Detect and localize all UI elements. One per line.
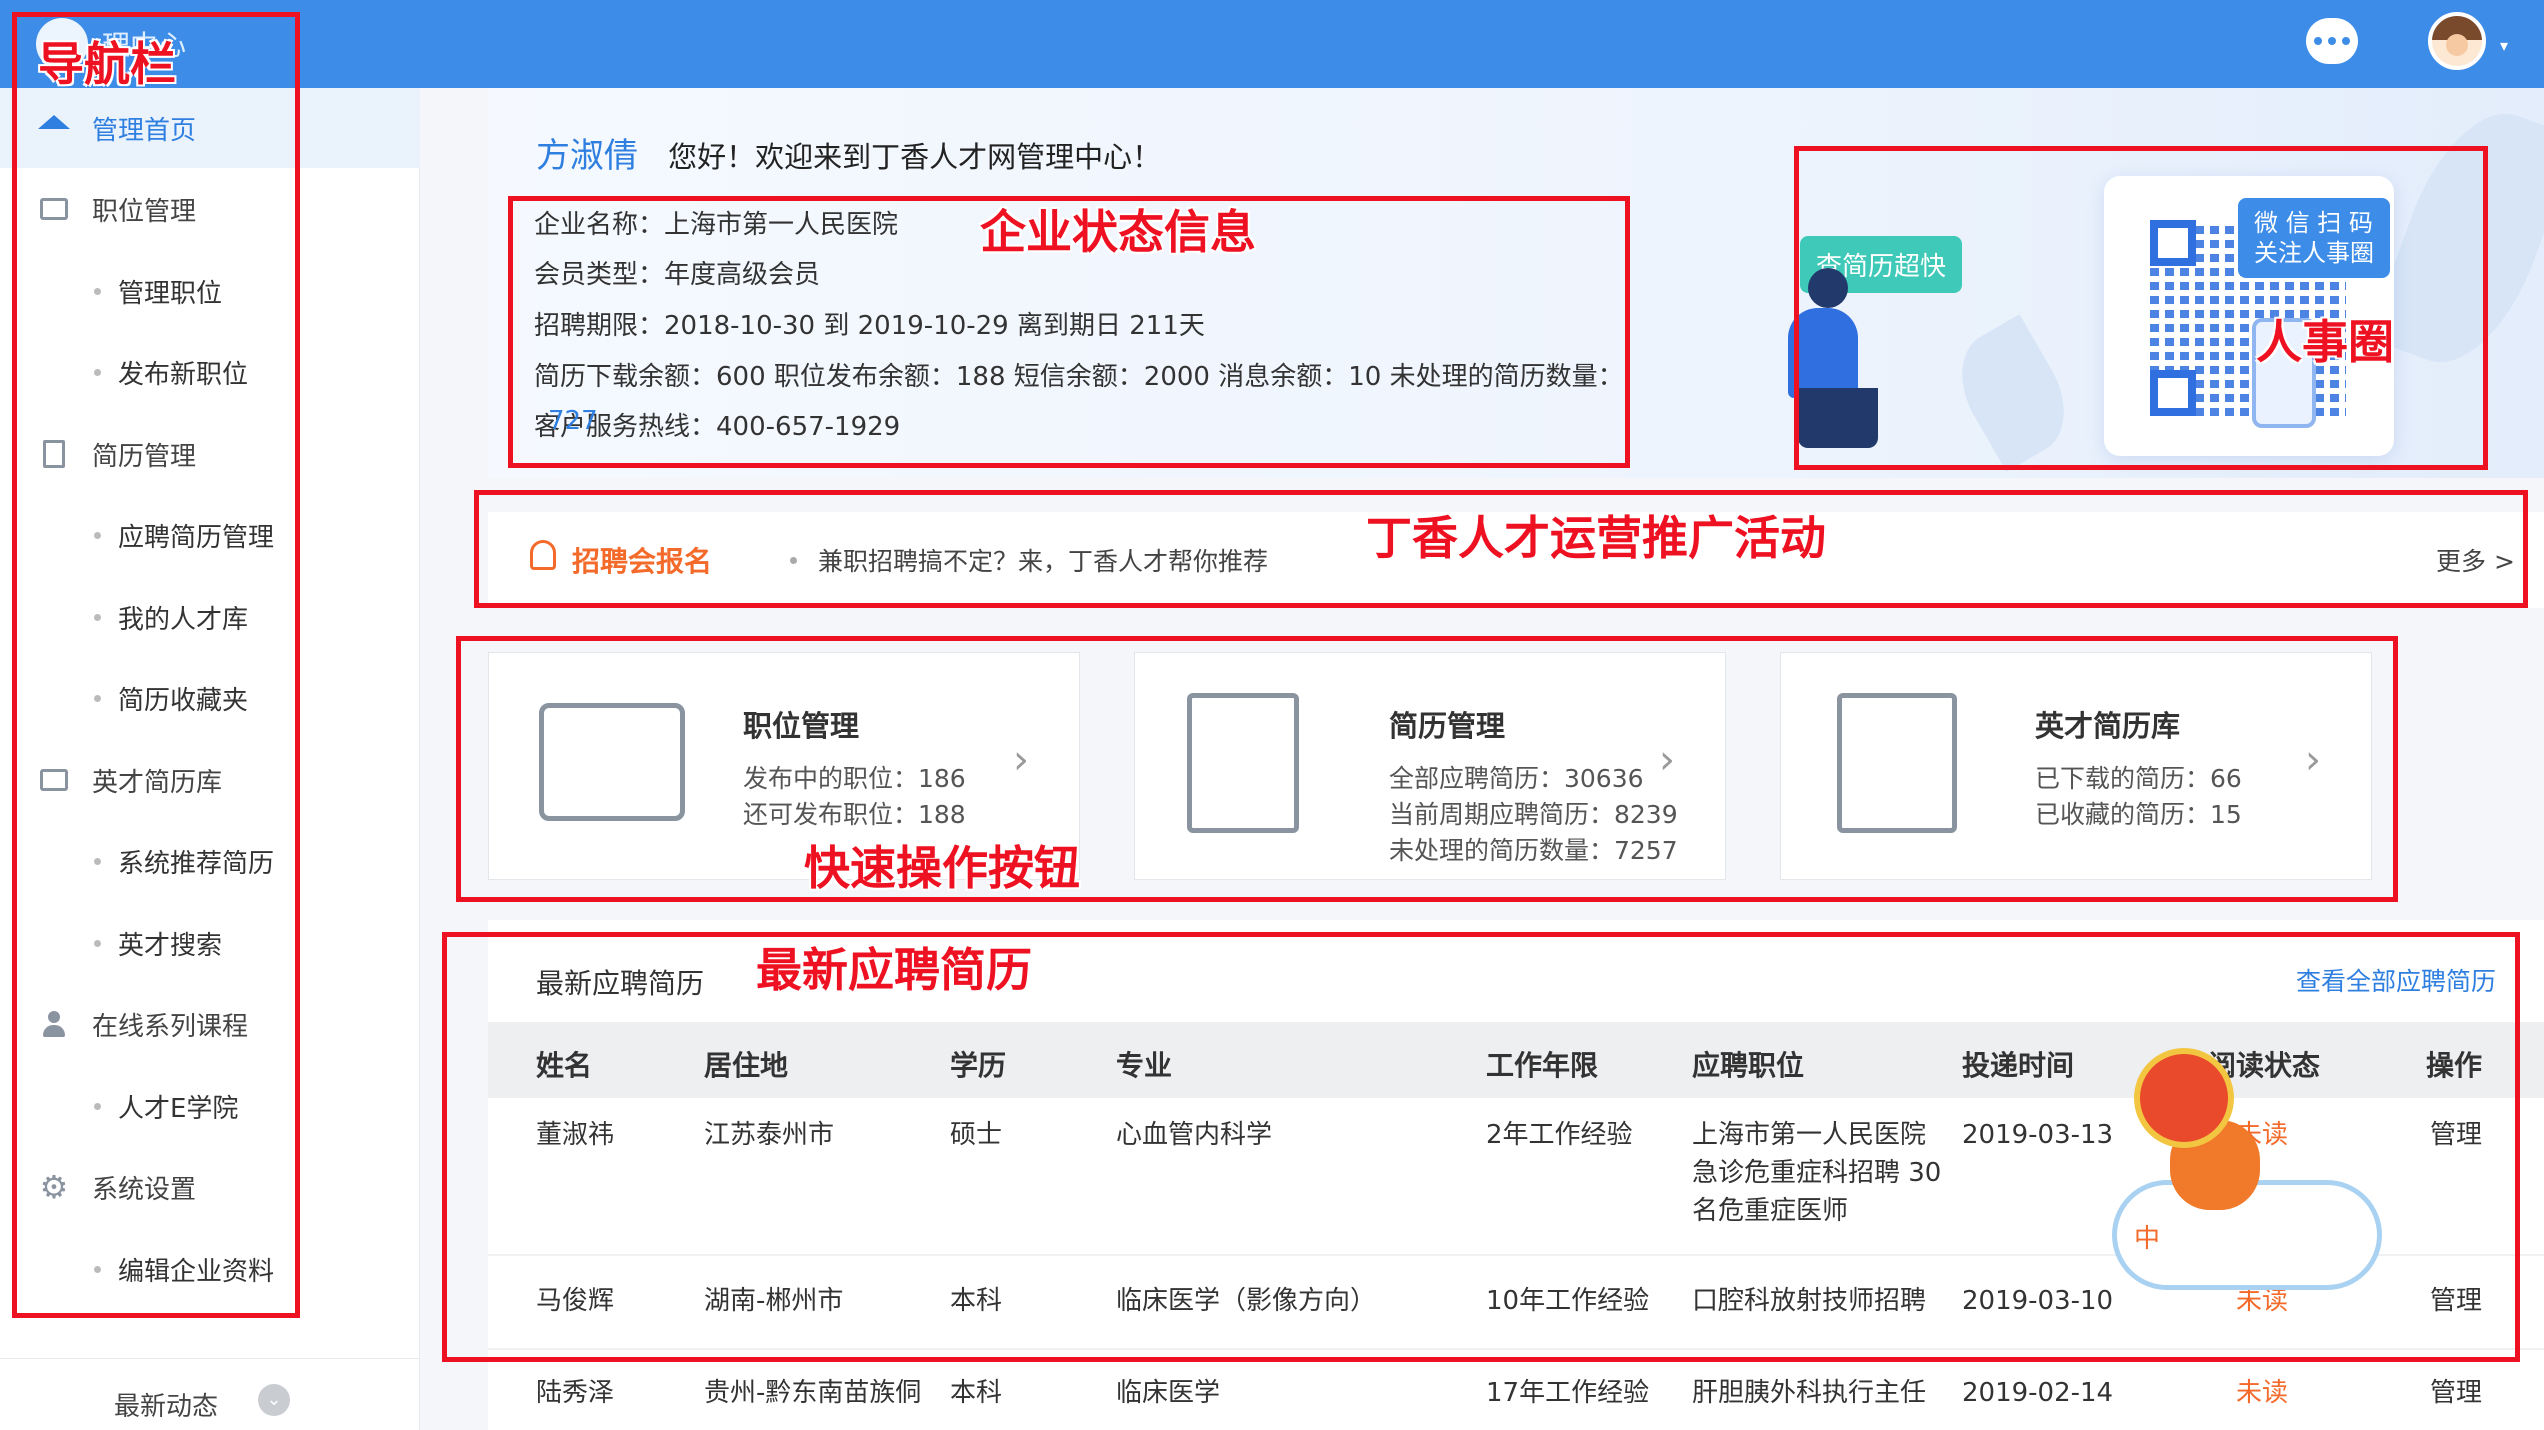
annotation-latest-label: 最新应聘简历: [756, 943, 1032, 997]
annotation-hr-label: 人事圈: [2256, 315, 2394, 369]
annotation-quick-box: [456, 636, 2398, 902]
cell-position[interactable]: 肝胆胰外科执行主任: [1692, 1374, 1926, 1412]
message-icon[interactable]: [2306, 18, 2358, 64]
top-bar: 理中心 ▾: [0, 0, 2544, 88]
annotation-company-label: 企业状态信息: [980, 205, 1256, 259]
greeting: 方淑倩 您好！欢迎来到丁香人才网管理中心！: [536, 128, 1161, 177]
manage-link[interactable]: 管理: [2430, 1374, 2482, 1412]
latest-updates-toggle[interactable]: 最新动态 ⌄: [0, 1370, 420, 1430]
cell-name[interactable]: 陆秀泽: [536, 1374, 614, 1412]
caret-down-icon[interactable]: ▾: [2500, 36, 2508, 55]
cell-major: 临床医学: [1116, 1378, 1221, 1408]
cell-years: 17年工作经验: [1486, 1378, 1650, 1408]
latest-updates-label: 最新动态: [114, 1392, 219, 1422]
status-badge: 未读: [2236, 1378, 2289, 1408]
cell-location: 贵州-黔东南苗族侗: [704, 1378, 922, 1408]
user-name[interactable]: 方淑倩: [536, 136, 638, 176]
annotation-latest-box: [442, 932, 2520, 1362]
chevron-down-icon[interactable]: ⌄: [258, 1384, 290, 1416]
welcome-message: 您好！欢迎来到丁香人才网管理中心！: [668, 140, 1162, 174]
annotation-promo-label: 丁香人才运营推广活动: [1366, 511, 1826, 565]
annotation-quick-label: 快速操作按钮: [804, 841, 1080, 895]
avatar[interactable]: [2428, 12, 2486, 70]
cell-education: 本科: [950, 1378, 1003, 1408]
annotation-nav-box: [12, 12, 300, 1318]
cell-date: 2019-02-14: [1962, 1378, 2114, 1408]
annotation-nav-label: 导航栏: [38, 37, 176, 91]
sidebar-divider: [0, 1358, 420, 1359]
